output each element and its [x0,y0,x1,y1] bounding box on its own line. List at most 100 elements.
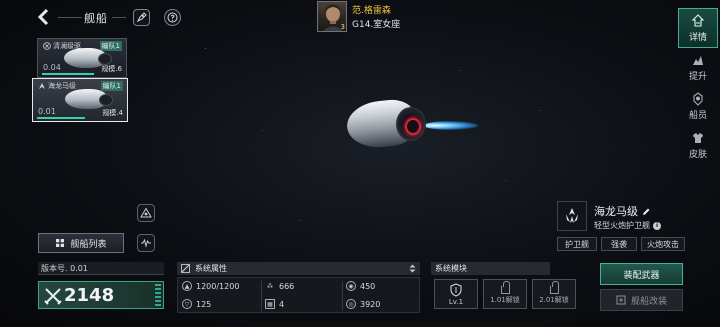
escort-class-icon [566,208,578,223]
attr-grid: ▦ 4 [265,299,284,309]
ship-class-name: 海龙马级 [594,205,638,218]
expand-arrows-icon[interactable] [409,264,416,273]
attr-value: 666 [279,281,295,291]
star [460,70,461,71]
chevron-left-icon [37,8,49,26]
ship-thruster-flame [424,121,478,130]
star [540,110,541,111]
fleet-card-progress [37,117,85,119]
star [300,220,301,221]
tab-details[interactable]: 详情 [678,8,718,48]
fleet-card-scale: 规模.4 [102,109,123,117]
module-slot-2[interactable]: 1.01解锁 [483,279,527,309]
tab-label: 船员 [688,110,707,121]
attr-shield: ◉ 450 [346,281,375,291]
page-title: 舰船 [84,12,108,25]
info-icon[interactable]: i [653,221,661,230]
shield-module-icon [450,282,462,297]
attr-value: 450 [360,281,376,291]
tab-skin[interactable]: 皮肤 [678,125,718,165]
ship-class-icon [39,83,45,89]
module-slot-3[interactable]: 2.01解锁 [532,279,576,309]
ship-thumbnail [64,48,112,68]
edit-pencil-icon[interactable] [642,207,651,216]
trait-tag: 火炮攻击 [641,237,685,251]
combat-power-box: 2148 [38,281,164,309]
fleet-card-progress [42,73,94,75]
version-label: 版本号. 0.01 [38,262,164,275]
attributes-header: 系统属性 [177,262,420,275]
grid-icon: ▦ [265,299,275,309]
lock-icon [549,281,559,294]
trait-tag: 强袭 [601,237,637,251]
attr-speed: ▽ 125 [182,299,211,309]
upgrade-icon [693,55,703,65]
module-label: Lv.1 [448,297,464,306]
attr-value: 1200/1200 [196,281,240,291]
ship-thumbnail [65,89,113,109]
fleet-card-value: 0.01 [38,107,56,116]
commander-level: 3 [340,23,345,31]
module-label: 2.01解锁 [539,296,569,304]
tab-upgrade[interactable]: 提升 [678,47,718,87]
combat-power-value: 2148 [64,285,115,306]
tab-label: 皮肤 [688,149,707,160]
commander-location: G14.室女座 [352,20,401,30]
lock-icon [500,281,510,294]
title-divider [58,17,82,18]
fleet-card-value: 0.04 [43,63,61,72]
tab-label: 详情 [688,32,707,43]
ship-class-badge [557,201,587,231]
back-button[interactable] [36,8,52,26]
star [205,48,206,49]
waveform-button[interactable] [137,234,155,252]
speed-icon: ▽ [182,299,192,309]
divider [261,281,262,311]
divider [342,281,343,311]
fleet-card-2[interactable]: 海龙马级 编队1 0.01 规模.4 [32,78,128,122]
fleet-card-name: 海龙马级 [48,82,76,90]
fleet-card-scale: 规模.6 [101,65,122,73]
fleet-card-name-row: 海龙马级 [38,81,76,91]
ship-type: 轻型火炮护卫舰 [594,221,650,230]
attributes-icon [181,264,190,273]
modules-header: 系统模块 [431,262,550,275]
ship-list-button[interactable]: 舰船列表 [38,233,124,253]
ship-modify-button[interactable]: 舰船改装 [600,289,683,311]
equip-weapons-button[interactable]: 装配武器 [600,263,683,285]
edit-button[interactable] [133,9,150,26]
attr-target: ◎ 3920 [346,299,380,309]
ship-modify-icon [616,295,626,305]
close-circle-icon [43,42,51,50]
target-icon: ◎ [346,299,356,309]
crew-icon [693,91,703,106]
commander-name: 范.格雷森 [352,6,391,16]
rocket-icon [136,12,147,23]
attr-value: 125 [196,299,212,309]
triangle-icon [140,207,152,218]
grid-icon [56,239,65,247]
ship-class-name-row: 海龙马级 [594,203,651,219]
fleet-tag: 编队1 [99,41,122,51]
attr-durability: ▲ 1200/1200 [182,281,239,291]
module-slot-1[interactable]: Lv.1 [434,279,478,309]
attr-armor: ⁂ 666 [265,281,294,291]
power-stripes [155,284,161,306]
fleet-card-1[interactable]: 清澜级驱 编队1 0.04 规模.6 [37,38,127,78]
durability-icon: ▲ [182,281,192,291]
skin-icon [693,132,703,143]
formation-button[interactable] [137,204,155,222]
attr-value: 4 [279,299,285,309]
ship-engine-ring [396,107,426,141]
title-divider [112,17,126,18]
shield-icon: ◉ [346,281,356,291]
commander-portrait[interactable]: 3 [317,1,347,32]
tab-crew[interactable]: 船员 [678,86,718,126]
module-label: 1.01解锁 [490,296,520,304]
fleet-tag: 编队1 [100,81,123,91]
help-button[interactable] [164,9,181,26]
ship-modify-label: 舰船改装 [630,296,667,307]
detail-icon [691,13,705,27]
ship-type-row: 轻型火炮护卫舰 i [594,220,661,231]
attributes-panel: ▲ 1200/1200 ⁂ 666 ◉ 450 ▽ 125 ▦ 4 ◎ 3920 [177,277,420,313]
